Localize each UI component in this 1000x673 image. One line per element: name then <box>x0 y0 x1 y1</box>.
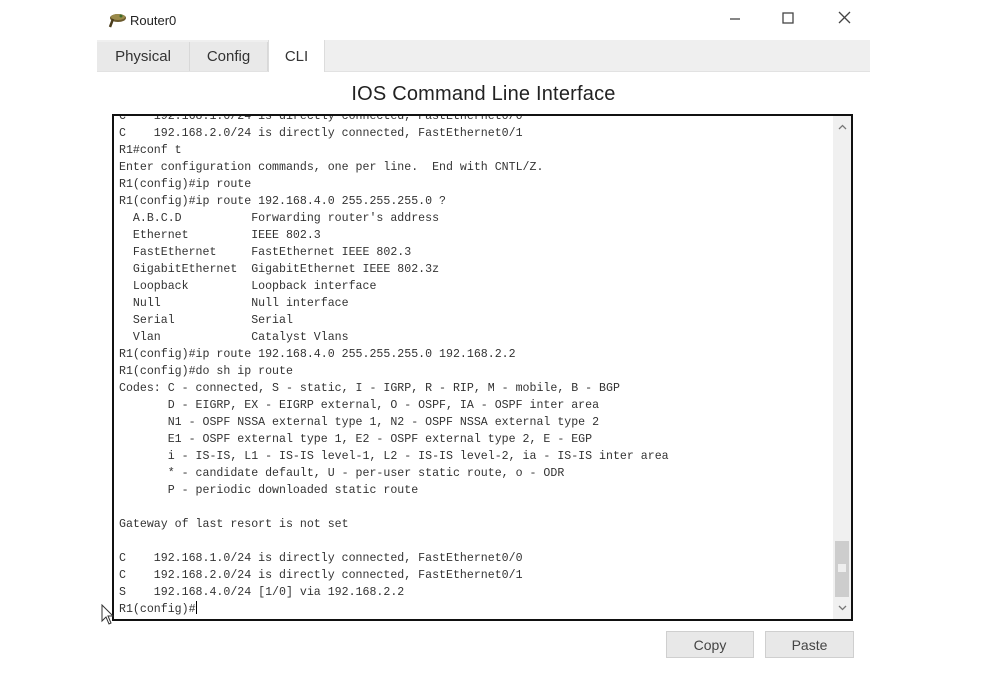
tab-cli[interactable]: CLI <box>268 40 325 72</box>
scroll-up-button[interactable] <box>833 118 851 136</box>
minimize-button[interactable] <box>715 6 755 34</box>
tab-config[interactable]: Config <box>190 42 268 71</box>
chevron-down-icon <box>838 603 847 614</box>
console-line: R1(config)#ip route 192.168.4.0 255.255.… <box>119 348 516 361</box>
console-line: E1 - OSPF external type 1, E2 - OSPF ext… <box>167 433 593 446</box>
tab-bar: Physical Config CLI <box>97 40 870 72</box>
paste-button[interactable]: Paste <box>765 631 854 658</box>
title-bar: Router0 <box>97 0 870 40</box>
console-line: N1 - OSPF NSSA external type 1, N2 - OSP… <box>167 416 600 429</box>
console-line: Loopback Loopback interface <box>132 280 377 293</box>
console-line: Gateway of last resort is not set <box>119 518 349 531</box>
console-line: C 192.168.2.0/24 is directly connected, … <box>119 569 523 582</box>
console-line: Enter configuration commands, one per li… <box>119 161 544 174</box>
console-line: C 192.168.1.0/24 is directly connected, … <box>119 114 523 123</box>
console-line: * - candidate default, U - per-user stat… <box>167 467 565 480</box>
console-line: A.B.C.D Forwarding router's address <box>132 212 440 225</box>
minimize-icon <box>729 11 741 29</box>
console-line: R1(config)#do sh ip route <box>119 365 293 378</box>
console-line: Serial Serial <box>132 314 293 327</box>
console-line: i - IS-IS, L1 - IS-IS level-1, L2 - IS-I… <box>167 450 669 463</box>
router-window: Router0 Physical Config CLI IOS Command … <box>97 0 870 673</box>
cli-console[interactable]: C 192.168.1.0/24 is directly connected, … <box>112 114 853 621</box>
tab-physical[interactable]: Physical <box>97 42 190 71</box>
scroll-down-button[interactable] <box>833 599 851 617</box>
maximize-button[interactable] <box>768 6 808 34</box>
console-line: C 192.168.2.0/24 is directly connected, … <box>119 127 523 140</box>
cli-heading: IOS Command Line Interface <box>351 83 616 105</box>
console-line: Codes: C - connected, S - static, I - IG… <box>119 382 620 395</box>
console-line: R1(config)#ip route 192.168.4.0 255.255.… <box>119 195 446 208</box>
scrollbar-thumb[interactable] <box>835 541 849 597</box>
console-line: C 192.168.1.0/24 is directly connected, … <box>119 552 523 565</box>
window-title: Router0 <box>130 13 177 28</box>
close-button[interactable] <box>824 6 864 34</box>
mouse-pointer-icon <box>101 603 115 626</box>
text-cursor <box>195 601 197 614</box>
console-line: P - periodic downloaded static route <box>167 484 419 497</box>
console-line: R1(config)#ip route <box>119 178 252 191</box>
vertical-scrollbar[interactable] <box>833 116 851 619</box>
console-line: R1#conf t <box>119 144 182 157</box>
console-line: S 192.168.4.0/24 [1/0] via 192.168.2.2 <box>119 586 405 599</box>
console-output[interactable]: C 192.168.1.0/24 is directly connected, … <box>119 114 831 618</box>
copy-button[interactable]: Copy <box>666 631 754 658</box>
router-icon <box>107 11 127 29</box>
console-line: Vlan Catalyst Vlans <box>132 331 349 344</box>
chevron-up-icon <box>838 122 847 133</box>
maximize-icon <box>782 11 794 29</box>
console-history: C 192.168.1.0/24 is directly connected, … <box>119 114 669 599</box>
console-line: Null Null interface <box>132 297 349 310</box>
console-line: D - EIGRP, EX - EIGRP external, O - OSPF… <box>167 399 600 412</box>
console-line: Ethernet IEEE 802.3 <box>132 229 321 242</box>
close-icon <box>838 11 851 29</box>
scrollbar-grip <box>838 564 846 572</box>
console-line: GigabitEthernet GigabitEthernet IEEE 802… <box>132 263 440 276</box>
console-line: FastEthernet FastEthernet IEEE 802.3 <box>132 246 412 259</box>
console-prompt: R1(config)# <box>119 603 196 616</box>
